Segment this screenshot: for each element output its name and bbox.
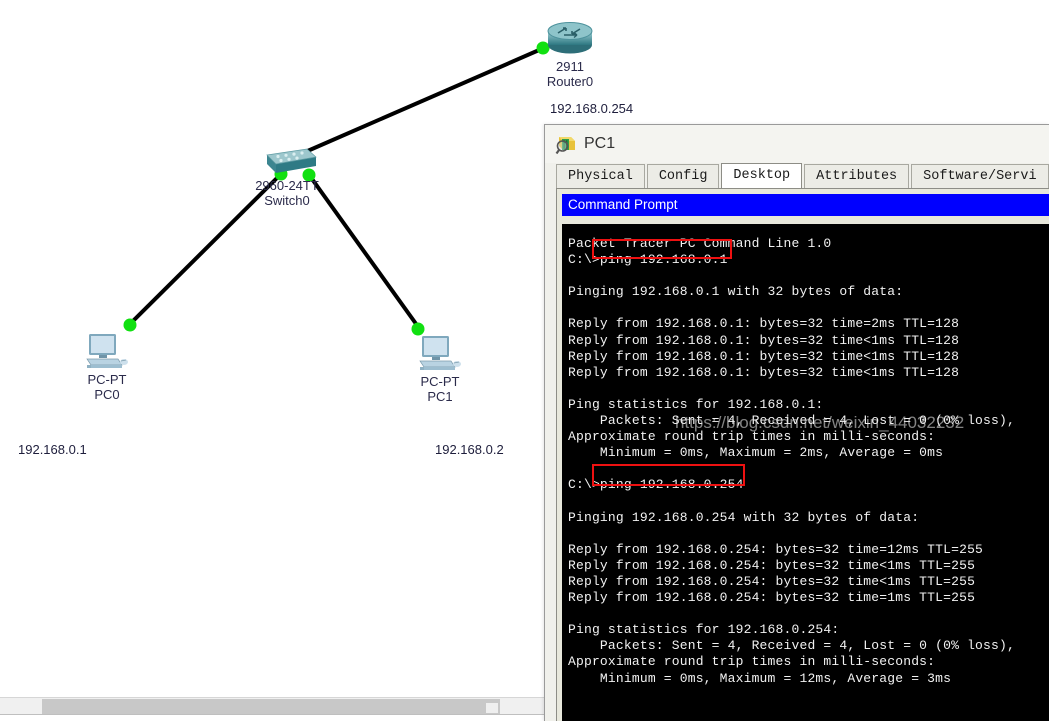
command-prompt-title: Command Prompt <box>568 197 678 212</box>
tab-physical[interactable]: Physical <box>556 164 645 188</box>
device-label-switch0: 2960-24TT Switch0 <box>255 178 319 208</box>
switch0-name: Switch0 <box>264 193 310 208</box>
link-switch0-router0[interactable] <box>295 45 547 158</box>
pc1-window-titlebar: PC1 <box>545 125 1049 163</box>
link-switch0-pc1[interactable] <box>305 170 421 330</box>
pc1-tab-strip[interactable]: Physical Config Desktop Attributes Softw… <box>545 163 1049 188</box>
device-label-router0: 2911 Router0 <box>547 59 593 89</box>
link-status-dot-pc0 <box>123 318 137 332</box>
device-label-pc1: PC-PT PC1 <box>421 374 460 404</box>
tab-config[interactable]: Config <box>646 164 720 188</box>
device-label-pc0: PC-PT PC0 <box>88 372 127 402</box>
pc1-device-window[interactable]: PC1 Physical Config Desktop Attributes S… <box>544 124 1049 721</box>
router-icon <box>547 22 593 54</box>
inspect-device-icon <box>555 137 575 155</box>
ip-label-pc1: 192.168.0.2 <box>435 442 504 457</box>
canvas-hscroll-thumb-grip <box>486 703 498 713</box>
switch-icon <box>266 148 317 173</box>
command-prompt-terminal[interactable]: Packet Tracer PC Command Line 1.0 C:\>pi… <box>562 224 1049 721</box>
tab-software-services[interactable]: Software/Servi <box>911 164 1049 188</box>
router0-model: 2911 <box>556 59 584 74</box>
canvas-hscroll-thumb[interactable] <box>42 699 500 714</box>
command-prompt-titlebar: Command Prompt <box>562 194 1049 216</box>
terminal-output: Packet Tracer PC Command Line 1.0 C:\>pi… <box>568 236 1015 686</box>
device-pc1[interactable]: PC-PT PC1 <box>417 333 463 404</box>
pc-icon <box>86 334 128 368</box>
device-router0[interactable]: 2911 Router0 <box>544 20 596 89</box>
device-pc0[interactable]: PC-PT PC0 <box>84 331 130 402</box>
pc0-model: PC-PT <box>87 372 127 387</box>
ip-label-router0: 192.168.0.254 <box>550 101 634 116</box>
ip-label-pc0: 192.168.0.1 <box>18 442 87 457</box>
tab-attributes[interactable]: Attributes <box>804 164 910 188</box>
pc1-model: PC-PT <box>420 374 460 389</box>
pc1-window-title: PC1 <box>584 135 616 152</box>
switch0-model: 2960-24TT <box>255 178 319 193</box>
pc-icon <box>419 336 461 370</box>
pc0-name: PC0 <box>94 387 120 402</box>
router0-name: Router0 <box>546 74 594 89</box>
desktop-tab-panel: Command Prompt Packet Tracer PC Command … <box>556 188 1049 721</box>
device-switch0[interactable]: 2960-24TT Switch0 <box>255 145 319 208</box>
tab-desktop[interactable]: Desktop <box>721 163 803 188</box>
pc1-name: PC1 <box>427 389 453 404</box>
